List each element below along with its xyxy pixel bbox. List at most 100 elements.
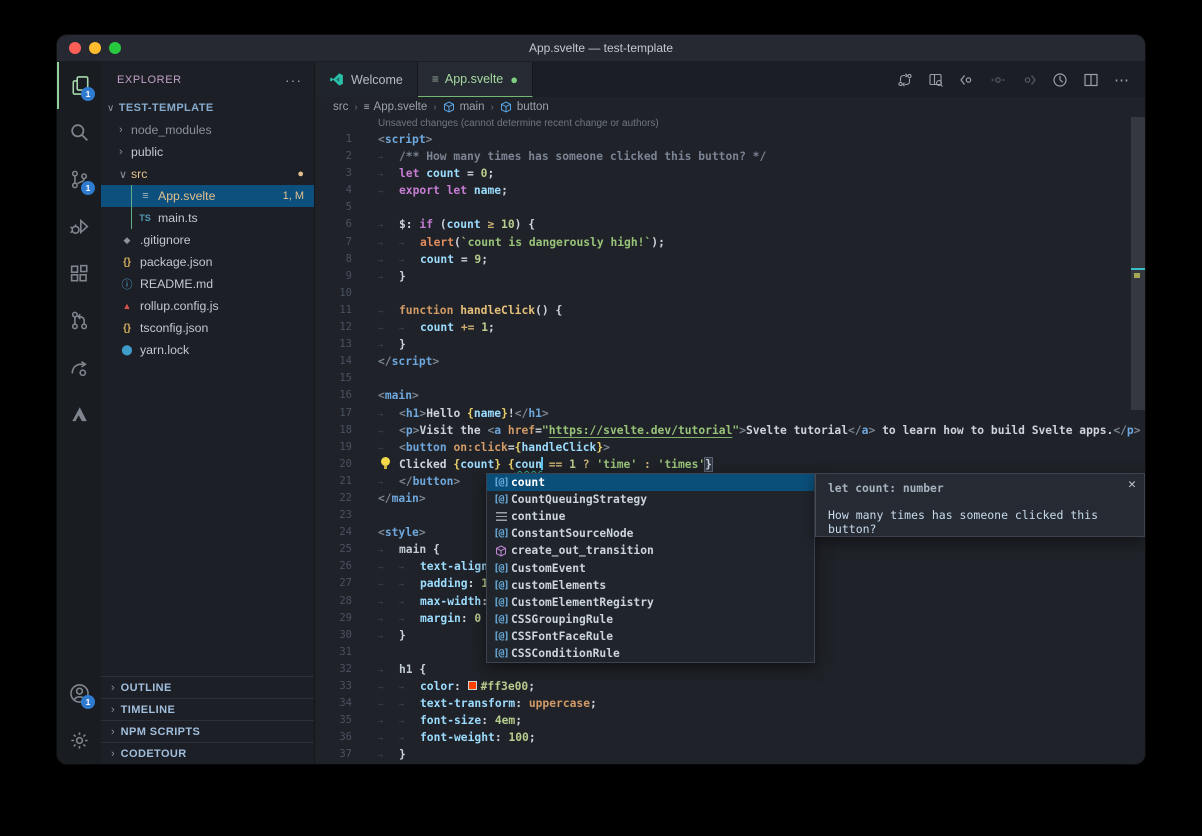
suggest-item-countqueuingstrategy[interactable]: [@]CountQueuingStrategy [487,491,814,508]
suggest-item-create-out-transition[interactable]: create_out_transition [487,542,814,559]
code-line-10[interactable]: 10 [315,285,1145,302]
code-line-11[interactable]: 11→function handleClick() { [315,302,1145,319]
code-line-17[interactable]: 17→<h1>Hello {name}!</h1> [315,405,1145,422]
tree-item-yarn-lock[interactable]: ⬤yarn.lock [101,339,314,361]
suggest-item-customevent[interactable]: [@]CustomEvent [487,559,814,576]
suggest-label: ConstantSourceNode [511,527,633,540]
scrollbar-slider[interactable] [1131,117,1145,410]
suggest-item-continue[interactable]: continue [487,508,814,525]
unsaved-dot-icon[interactable]: ● [510,73,518,86]
suggest-label: CustomElementRegistry [511,596,654,609]
toolbar-next-change-icon[interactable] [1018,69,1040,91]
tab-app-svelte[interactable]: ≡ App.svelte ● [418,62,533,97]
breadcrumb-item-main[interactable]: main [443,101,485,113]
file-label: src [131,167,297,181]
code-line-3[interactable]: 3→let count = 0; [315,165,1145,182]
code-line-9[interactable]: 9→} [315,268,1145,285]
breadcrumb-item-app-svelte[interactable]: ≡App.svelte [364,101,428,113]
code-line-18[interactable]: 18→<p>Visit the <a href="https://svelte.… [315,422,1145,439]
code-line-8[interactable]: 8→→count = 9; [315,251,1145,268]
activity-run-debug-icon[interactable] [57,203,101,250]
code-line-32[interactable]: 32→h1 { [315,661,1145,678]
suggest-item-constantsourcenode[interactable]: [@]ConstantSourceNode [487,525,814,542]
suggest-item-customelementregistry[interactable]: [@]CustomElementRegistry [487,594,814,611]
code-line-36[interactable]: 36→→font-weight: 100; [315,729,1145,746]
activity-extensions-icon[interactable] [57,250,101,297]
close-icon[interactable]: ✕ [1128,477,1136,492]
sidebar-section-codetour[interactable]: ›CODETOUR [101,742,314,764]
activity-accounts-icon[interactable]: 1 [57,670,101,717]
tree-item-package-json[interactable]: {}package.json [101,251,314,273]
code-line-4[interactable]: 4→export let name; [315,182,1145,199]
tree-item-app-svelte[interactable]: ≡App.svelte1, M [101,185,314,207]
code-line-5[interactable]: 5 [315,199,1145,216]
line-number: 32 [315,661,378,678]
tree-item-rollup-config-js[interactable]: ▲rollup.config.js [101,295,314,317]
tree-item-public[interactable]: ›public [101,141,314,163]
tree-item-readme-md[interactable]: ⓘREADME.md [101,273,314,295]
tab-welcome[interactable]: Welcome [315,62,418,97]
activity-live-share-icon[interactable] [57,344,101,391]
code-line-7[interactable]: 7→→alert(`count is dangerously high!`); [315,234,1145,251]
code-line-35[interactable]: 35→→font-size: 4em; [315,712,1145,729]
activity-search-icon[interactable] [57,109,101,156]
section-label: OUTLINE [121,682,172,694]
workspace-root-folder[interactable]: ∨ TEST-TEMPLATE [101,97,314,119]
title-bar[interactable]: App.svelte — test-template [57,35,1145,62]
explorer-more-actions-icon[interactable]: ··· [285,72,302,88]
sidebar-section-outline[interactable]: ›OUTLINE [101,676,314,698]
toolbar-open-changes-icon[interactable] [894,69,916,91]
ts-file-icon: TS [137,213,153,223]
toolbar-previous-change-icon[interactable] [956,69,978,91]
code-line-33[interactable]: 33→→color: #ff3e00; [315,678,1145,695]
activity-github-pull-requests-icon[interactable] [57,297,101,344]
code-line-16[interactable]: 16<main> [315,387,1145,404]
breadcrumb-item-src[interactable]: src [333,101,348,113]
code-line-1[interactable]: 1<script> [315,131,1145,148]
line-number: 15 [315,370,378,387]
line-number: 11 [315,302,378,319]
suggest-item-customelements[interactable]: [@]customElements [487,577,814,594]
code-line-12[interactable]: 12→→count += 1; [315,319,1145,336]
toolbar-split-editor-icon[interactable] [1080,69,1102,91]
code-line-34[interactable]: 34→→text-transform: uppercase; [315,695,1145,712]
vertical-scrollbar[interactable] [1131,117,1145,764]
toolbar-timer-icon[interactable] [1049,69,1071,91]
svelte-file-icon: ≡ [364,102,369,113]
code-line-13[interactable]: 13→} [315,336,1145,353]
code-line-15[interactable]: 15 [315,370,1145,387]
tree-item-gitignore[interactable]: ◆.gitignore [101,229,314,251]
activity-explorer-icon[interactable]: 1 [57,62,101,109]
code-line-37[interactable]: 37→} [315,746,1145,763]
tree-item-node-modules[interactable]: ›node_modules [101,119,314,141]
tree-item-main-ts[interactable]: TSmain.ts [101,207,314,229]
activity-azure-icon[interactable] [57,391,101,438]
toolbar-more-actions-icon[interactable]: ⋯ [1111,69,1133,91]
activity-source-control-icon[interactable]: 1 [57,156,101,203]
color-swatch[interactable] [468,681,477,690]
suggest-label: continue [511,510,565,523]
suggest-item-count[interactable]: [@]count [487,474,814,491]
code-area[interactable]: Unsaved changes (cannot determine recent… [315,117,1145,764]
breadcrumb-item-button[interactable]: button [500,101,549,113]
code-line-20[interactable]: 20Clicked {count} {coun == 1 ? 'time' : … [315,456,1145,473]
line-number: 23 [315,507,378,524]
code-line-2[interactable]: 2→/** How many times has someone clicked… [315,148,1145,165]
tree-item-tsconfig-json[interactable]: {}tsconfig.json [101,317,314,339]
suggest-item-cssfontfacerule[interactable]: [@]CSSFontFaceRule [487,628,814,645]
tree-item-src[interactable]: ∨src● [101,163,314,185]
sidebar-section-timeline[interactable]: ›TIMELINE [101,698,314,720]
code-line-6[interactable]: 6→$: if (count ≥ 10) { [315,216,1145,233]
line-number: 2 [315,148,378,165]
overview-ruler-caret-marker [1131,268,1145,270]
suggest-item-cssconditionrule[interactable]: [@]CSSConditionRule [487,645,814,662]
toolbar-open-preview-icon[interactable] [925,69,947,91]
suggest-item-cssgroupingrule[interactable]: [@]CSSGroupingRule [487,611,814,628]
line-number: 27 [315,575,378,592]
activity-settings-icon[interactable] [57,717,101,764]
suggest-docs-signature: let count: number [828,482,1132,495]
code-line-19[interactable]: 19→<button on:click={handleClick}> [315,439,1145,456]
toolbar-current-change-icon[interactable] [987,69,1009,91]
sidebar-section-npm-scripts[interactable]: ›NPM SCRIPTS [101,720,314,742]
code-line-14[interactable]: 14</script> [315,353,1145,370]
